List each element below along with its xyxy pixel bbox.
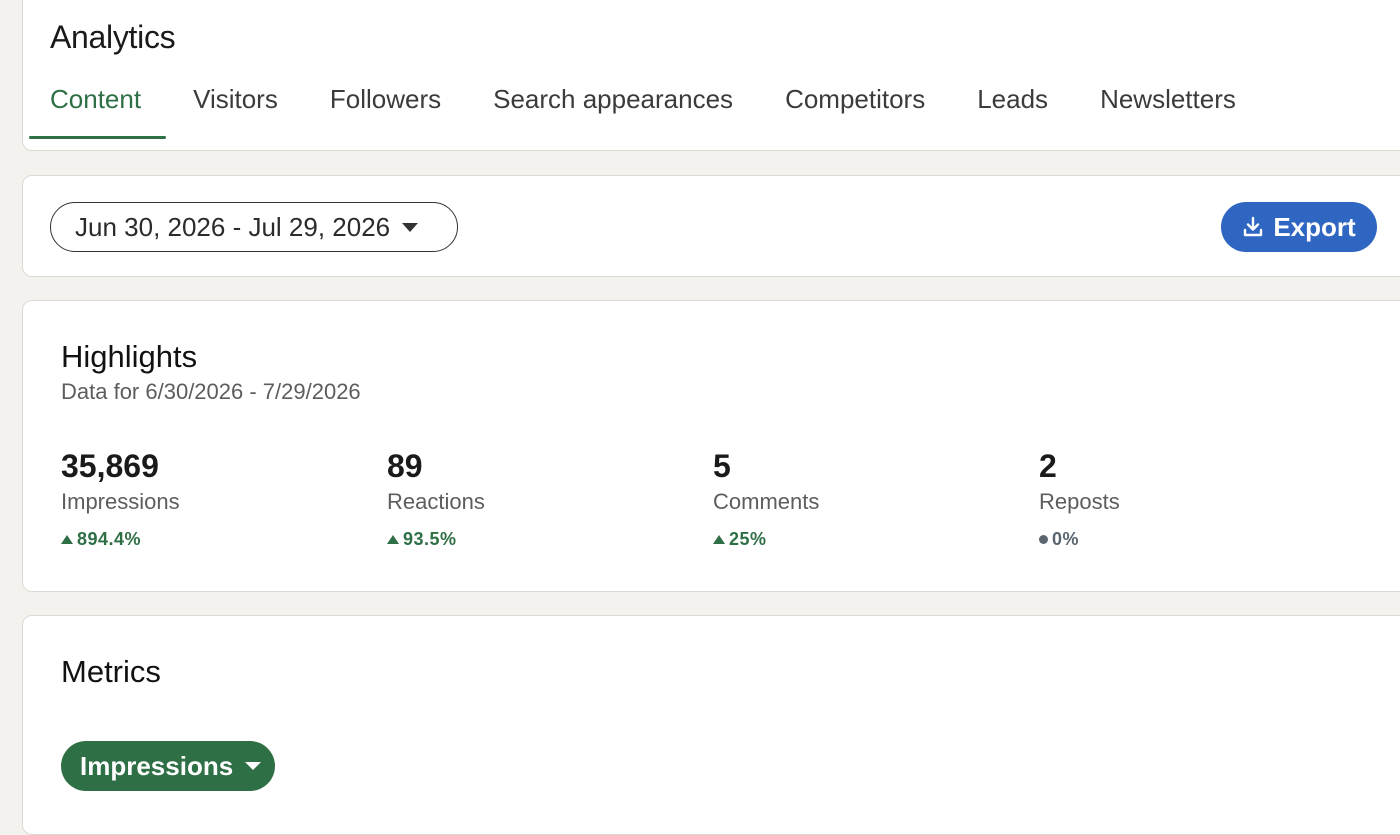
highlights-subtitle: Data for 6/30/2026 - 7/29/2026 xyxy=(61,379,361,404)
trend-flat-icon xyxy=(1039,535,1048,544)
caret-down-icon xyxy=(245,762,262,770)
tab-content[interactable]: Content xyxy=(23,67,167,139)
stat-value: 2 xyxy=(1039,448,1057,484)
stat-change: 894.4% xyxy=(61,529,361,550)
export-label: Export xyxy=(1273,211,1356,242)
stat-change-value: 894.4% xyxy=(77,529,142,549)
stat-comments: 5 Comments 25% xyxy=(713,449,1013,550)
tab-search-appearances[interactable]: Search appearances xyxy=(466,67,758,139)
stat-impressions: 35,869 Impressions 894.4% xyxy=(61,449,361,550)
trend-up-icon xyxy=(387,535,399,544)
highlights-title: Highlights xyxy=(61,339,198,374)
stat-label: Reposts xyxy=(1039,489,1120,514)
metric-dropdown[interactable]: Impressions xyxy=(61,741,275,791)
page-title: Analytics xyxy=(50,19,176,55)
stat-value: 35,869 xyxy=(61,448,159,484)
stat-change-value: 0% xyxy=(1052,529,1080,549)
stat-change-value: 25% xyxy=(729,529,767,549)
stat-label: Impressions xyxy=(61,489,180,514)
tab-followers[interactable]: Followers xyxy=(303,67,466,139)
tab-newsletters[interactable]: Newsletters xyxy=(1073,67,1261,139)
tab-competitors[interactable]: Competitors xyxy=(758,67,950,139)
date-range-dropdown[interactable]: Jun 30, 2026 - Jul 29, 2026 xyxy=(50,202,458,252)
stat-value: 89 xyxy=(387,448,423,484)
stat-change-value: 93.5% xyxy=(403,529,457,549)
export-button[interactable]: Export xyxy=(1221,202,1377,252)
trend-up-icon xyxy=(61,535,73,544)
tab-visitors[interactable]: Visitors xyxy=(166,67,303,139)
stat-change: 0% xyxy=(1039,529,1339,550)
caret-down-icon xyxy=(402,222,419,232)
stat-reposts: 2 Reposts 0% xyxy=(1039,449,1339,550)
stat-label: Reactions xyxy=(387,489,485,514)
stat-reactions: 89 Reactions 93.5% xyxy=(387,449,687,550)
tab-leads[interactable]: Leads xyxy=(950,67,1073,139)
analytics-tabs: Content Visitors Followers Search appear… xyxy=(23,67,1261,139)
trend-up-icon xyxy=(713,535,725,544)
metric-dropdown-label: Impressions xyxy=(80,750,234,781)
stat-value: 5 xyxy=(713,448,731,484)
stat-change: 93.5% xyxy=(387,529,687,550)
date-range-card: Jun 30, 2026 - Jul 29, 2026 Export xyxy=(22,175,1400,277)
stat-change: 25% xyxy=(713,529,1013,550)
analytics-header-card: Analytics Content Visitors Followers Sea… xyxy=(22,0,1400,151)
download-icon xyxy=(1244,216,1263,237)
date-range-label: Jun 30, 2026 - Jul 29, 2026 xyxy=(75,211,391,242)
metrics-card: Metrics Impressions xyxy=(22,615,1400,835)
metrics-title: Metrics xyxy=(61,654,161,689)
stat-label: Comments xyxy=(713,489,820,514)
highlights-card: Highlights Data for 6/30/2026 - 7/29/202… xyxy=(22,300,1400,592)
